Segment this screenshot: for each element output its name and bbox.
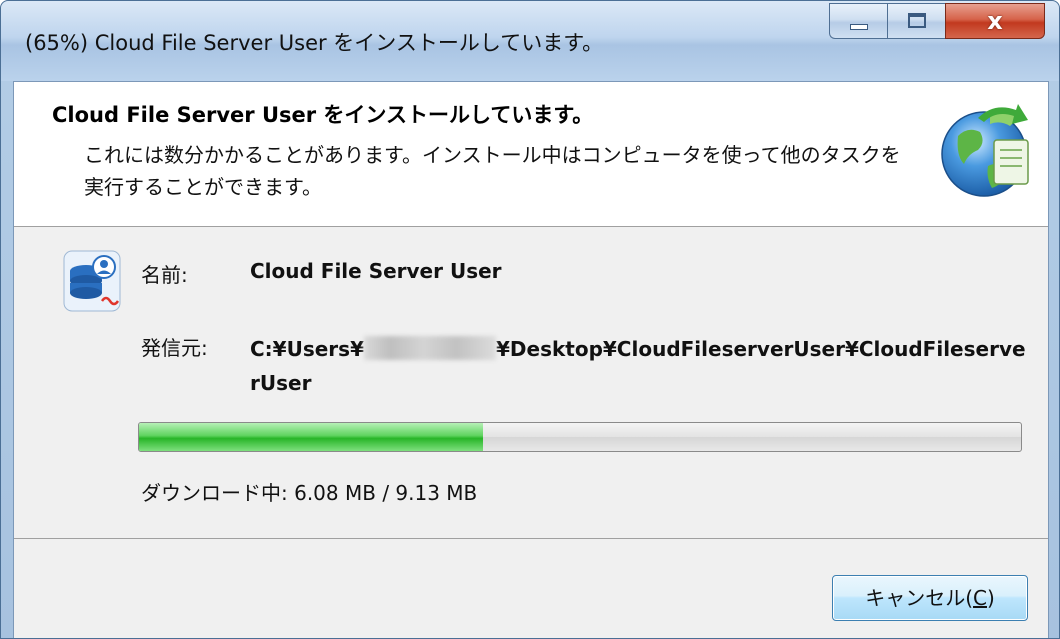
redacted-username — [363, 336, 496, 360]
source-value: C:¥Users¥ ¥Desktop¥CloudFileserverUser¥Cl… — [250, 332, 1030, 400]
window-title: (65%) Cloud File Server User をインストールしていま… — [25, 31, 604, 55]
installer-window: (65%) Cloud File Server User をインストールしていま… — [0, 0, 1060, 639]
header-panel: Cloud File Server User をインストールしています。 これに… — [14, 82, 1048, 227]
title-bar[interactable]: (65%) Cloud File Server User をインストールしていま… — [1, 1, 1059, 81]
cancel-mnemonic: C — [973, 586, 987, 610]
globe-install-icon — [941, 104, 1029, 197]
download-status: ダウンロード中: 6.08 MB / 9.13 MB — [141, 481, 478, 505]
name-value: Cloud File Server User — [250, 259, 502, 283]
source-label: 発信元: — [141, 336, 208, 360]
close-button[interactable]: x — [945, 3, 1045, 39]
header-description: これには数分かかることがあります。インストール中はコンピュータを使って他のタスク… — [84, 143, 901, 199]
maximize-button[interactable] — [887, 3, 945, 39]
minimize-button[interactable] — [829, 3, 887, 39]
source-path-prefix: C:¥Users¥ — [250, 337, 364, 361]
details-panel: 名前: Cloud File Server User 発信元: C:¥Users… — [14, 227, 1048, 539]
dialog-client-area: Cloud File Server User をインストールしています。 これに… — [13, 81, 1049, 638]
cancel-label-suffix: ) — [986, 586, 995, 610]
header-title: Cloud File Server User をインストールしています。 — [52, 103, 594, 127]
minimize-icon — [850, 24, 868, 30]
footer-panel: キャンセル(C) — [14, 539, 1048, 638]
maximize-icon — [908, 13, 926, 28]
cancel-label: キャンセル( — [865, 586, 974, 610]
progress-fill — [139, 423, 483, 451]
caption-buttons: x — [829, 3, 1045, 43]
close-icon: x — [987, 7, 1003, 35]
cancel-button[interactable]: キャンセル(C) — [832, 575, 1028, 621]
name-label: 名前: — [141, 263, 188, 287]
download-progress-bar — [138, 422, 1022, 452]
database-user-icon — [63, 250, 121, 312]
